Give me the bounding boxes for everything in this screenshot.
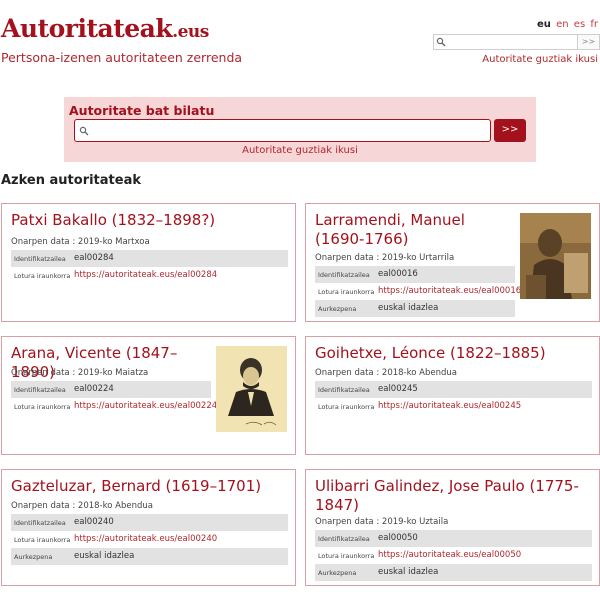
identifier-row: Identifikatzailea eal00284 bbox=[11, 250, 288, 267]
acceptance-date: Onarpen data : 2019-ko Maiatza bbox=[11, 368, 149, 378]
header-search-input[interactable] bbox=[433, 34, 578, 50]
search-panel-input[interactable] bbox=[74, 119, 491, 142]
description-row: Aurkezpena euskal idazlea bbox=[315, 300, 515, 317]
row-label: Identifikatzailea bbox=[14, 255, 66, 263]
site-tagline: Pertsona-izenen autoritateen zerrenda bbox=[1, 50, 243, 65]
authority-card: Arana, Vicente (1847–1890) Onarpen data … bbox=[1, 336, 296, 455]
acceptance-date: Onarpen data : 2019-ko Urtarrila bbox=[315, 253, 455, 263]
lang-es[interactable]: es bbox=[574, 19, 585, 30]
identifier-row: Identifikatzailea eal00240 bbox=[11, 514, 288, 531]
identifier-row: Identifikatzailea eal00050 bbox=[315, 530, 592, 547]
row-label: Lotura iraunkorra bbox=[318, 552, 375, 560]
identifier-value: eal00284 bbox=[74, 253, 114, 263]
authority-name[interactable]: Ulibarri Galindez, Jose Paulo (1775-1847… bbox=[315, 477, 585, 515]
identifier-value: eal00245 bbox=[378, 384, 418, 394]
description-value: euskal idazlea bbox=[74, 551, 135, 561]
permalink-row: Lotura iraunkorra https://autoritateak.e… bbox=[11, 267, 288, 284]
lang-fr[interactable]: fr bbox=[590, 19, 598, 30]
row-label: Lotura iraunkorra bbox=[14, 536, 71, 544]
authority-card: Gazteluzar, Bernard (1619–1701) Onarpen … bbox=[1, 469, 296, 586]
header-search-button[interactable]: >> bbox=[578, 34, 600, 50]
portrait-photo bbox=[520, 213, 591, 299]
language-switcher: eu en es fr bbox=[535, 19, 598, 30]
row-label: Lotura iraunkorra bbox=[318, 288, 375, 296]
permalink-row: Lotura iraunkorra https://autoritateak.e… bbox=[315, 283, 521, 300]
description-value: euskal idazlea bbox=[378, 303, 439, 313]
authority-card: Ulibarri Galindez, Jose Paulo (1775-1847… bbox=[305, 469, 600, 586]
permalink[interactable]: https://autoritateak.eus/eal00050 bbox=[378, 550, 521, 560]
permalink[interactable]: https://autoritateak.eus/eal00016 bbox=[378, 286, 521, 296]
row-label: Identifikatzailea bbox=[318, 271, 370, 279]
description-row: Aurkezpena euskal idazlea bbox=[315, 564, 592, 581]
authority-name[interactable]: Patxi Bakallo (1832–1898?) bbox=[11, 211, 291, 230]
permalink[interactable]: https://autoritateak.eus/eal00224 bbox=[74, 401, 217, 411]
identifier-row: Identifikatzailea eal00224 bbox=[11, 381, 211, 398]
row-label: Aurkezpena bbox=[318, 569, 357, 577]
row-label: Identifikatzailea bbox=[14, 386, 66, 394]
logo-main: Autoritateak bbox=[1, 14, 173, 43]
site-logo[interactable]: Autoritateak.eus bbox=[1, 14, 209, 43]
permalink[interactable]: https://autoritateak.eus/eal00245 bbox=[378, 401, 521, 411]
logo-tld: .eus bbox=[172, 22, 209, 42]
permalink-row: Lotura iraunkorra https://autoritateak.e… bbox=[11, 531, 288, 548]
search-panel: Autoritate bat bilatu >> Autoritate guzt… bbox=[64, 97, 536, 162]
row-label: Aurkezpena bbox=[14, 553, 53, 561]
authority-card: Patxi Bakallo (1832–1898?) Onarpen data … bbox=[1, 203, 296, 322]
portrait-photo bbox=[216, 346, 287, 432]
row-label: Identifikatzailea bbox=[318, 535, 370, 543]
permalink[interactable]: https://autoritateak.eus/eal00240 bbox=[74, 534, 217, 544]
search-panel-all-link[interactable]: Autoritate guztiak ikusi bbox=[64, 145, 536, 156]
permalink-row: Lotura iraunkorra https://autoritateak.e… bbox=[11, 398, 217, 415]
description-row: Aurkezpena euskal idazlea bbox=[11, 548, 288, 565]
authority-name[interactable]: Larramendi, Manuel (1690-1766) bbox=[315, 211, 515, 249]
identifier-value: eal00016 bbox=[378, 269, 418, 279]
search-panel-button[interactable]: >> bbox=[494, 119, 526, 142]
identifier-value: eal00050 bbox=[378, 533, 418, 543]
acceptance-date: Onarpen data : 2018-ko Abendua bbox=[315, 368, 457, 378]
search-icon bbox=[79, 126, 89, 136]
row-label: Lotura iraunkorra bbox=[318, 403, 375, 411]
lang-en[interactable]: en bbox=[556, 19, 569, 30]
permalink-row: Lotura iraunkorra https://autoritateak.e… bbox=[315, 398, 592, 415]
acceptance-date: Onarpen data : 2019-ko Martxoa bbox=[11, 237, 150, 247]
permalink-row: Lotura iraunkorra https://autoritateak.e… bbox=[315, 547, 592, 564]
description-value: euskal idazlea bbox=[378, 567, 439, 577]
search-icon bbox=[436, 37, 446, 47]
row-label: Aurkezpena bbox=[318, 305, 357, 313]
identifier-value: eal00240 bbox=[74, 517, 114, 527]
identifier-row: Identifikatzailea eal00016 bbox=[315, 266, 515, 283]
authority-name[interactable]: Goihetxe, Léonce (1822–1885) bbox=[315, 344, 600, 363]
identifier-row: Identifikatzailea eal00245 bbox=[315, 381, 592, 398]
permalink[interactable]: https://autoritateak.eus/eal00284 bbox=[74, 270, 217, 280]
identifier-value: eal00224 bbox=[74, 384, 114, 394]
row-label: Lotura iraunkorra bbox=[14, 403, 71, 411]
row-label: Identifikatzailea bbox=[14, 519, 66, 527]
authority-card: Larramendi, Manuel (1690-1766) Onarpen d… bbox=[305, 203, 600, 322]
header-search: >> bbox=[433, 34, 600, 50]
acceptance-date: Onarpen data : 2018-ko Abendua bbox=[11, 501, 153, 511]
recent-authorities-heading: Azken autoritateak bbox=[1, 173, 141, 188]
row-label: Lotura iraunkorra bbox=[14, 272, 71, 280]
search-panel-title: Autoritate bat bilatu bbox=[69, 103, 215, 118]
acceptance-date: Onarpen data : 2019-ko Uztaila bbox=[315, 517, 449, 527]
authority-card: Goihetxe, Léonce (1822–1885) Onarpen dat… bbox=[305, 336, 600, 455]
authority-name[interactable]: Gazteluzar, Bernard (1619–1701) bbox=[11, 477, 296, 496]
header-all-authorities-link[interactable]: Autoritate guztiak ikusi bbox=[482, 54, 598, 65]
row-label: Identifikatzailea bbox=[318, 386, 370, 394]
lang-eu[interactable]: eu bbox=[537, 19, 551, 30]
